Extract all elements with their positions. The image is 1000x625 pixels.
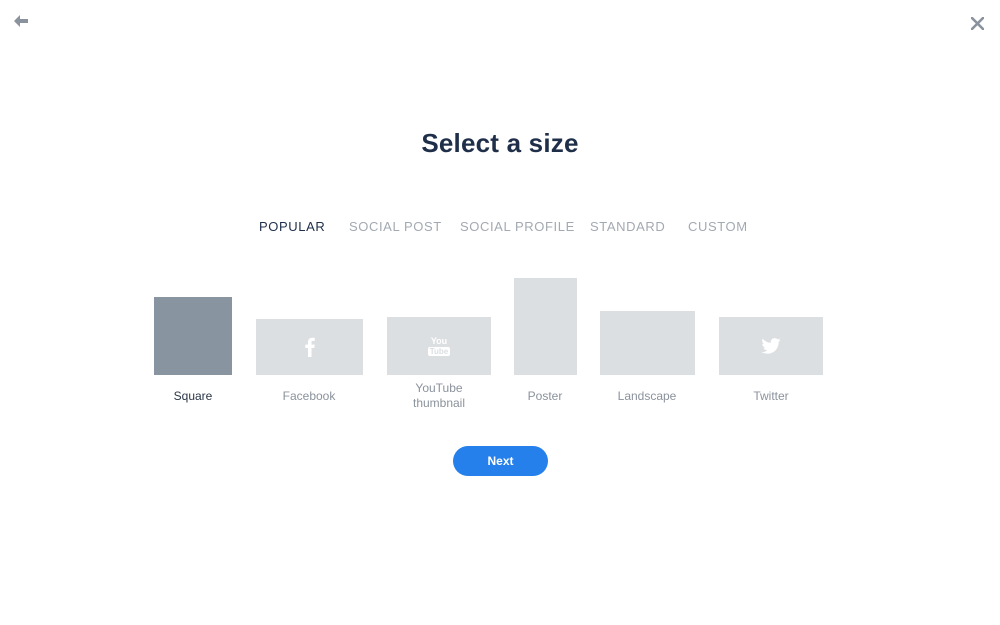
youtube-icon: You Tube xyxy=(427,335,451,356)
close-icon xyxy=(970,16,984,30)
size-label-youtube: YouTube thumbnail xyxy=(389,381,489,411)
size-thumb-landscape[interactable] xyxy=(600,311,695,375)
size-label-youtube-line1: YouTube xyxy=(415,381,463,395)
tab-social-post[interactable]: SOCIAL POST xyxy=(349,219,442,234)
size-label-poster: Poster xyxy=(527,389,563,403)
facebook-icon xyxy=(304,337,315,357)
arrow-left-icon xyxy=(14,15,28,27)
size-thumb-facebook[interactable] xyxy=(256,319,363,375)
size-label-facebook: Facebook xyxy=(282,389,336,403)
size-label-square: Square xyxy=(173,389,213,403)
size-thumb-twitter[interactable] xyxy=(719,317,823,375)
size-label-youtube-line2: thumbnail xyxy=(412,396,466,410)
tab-standard[interactable]: STANDARD xyxy=(590,219,665,234)
size-thumb-youtube[interactable]: You Tube xyxy=(387,317,491,375)
close-button[interactable] xyxy=(966,12,988,34)
twitter-icon xyxy=(761,338,781,354)
tab-custom[interactable]: CUSTOM xyxy=(688,219,748,234)
next-button[interactable]: Next xyxy=(453,446,548,476)
youtube-icon-text-bottom: Tube xyxy=(427,346,451,356)
tab-social-profile[interactable]: SOCIAL PROFILE xyxy=(460,219,575,234)
size-label-twitter: Twitter xyxy=(753,389,789,403)
size-thumb-poster[interactable] xyxy=(514,278,577,375)
size-label-landscape: Landscape xyxy=(617,389,677,403)
page-title: Select a size xyxy=(421,128,579,158)
youtube-icon-text-top: You xyxy=(430,335,448,346)
size-category-tabs: POPULAR SOCIAL POST SOCIAL PROFILE STAND… xyxy=(0,219,1000,237)
size-picker-page: Select a size POPULAR SOCIAL POST SOCIAL… xyxy=(0,0,1000,625)
size-thumb-square[interactable] xyxy=(154,297,232,375)
tab-popular[interactable]: POPULAR xyxy=(259,219,325,234)
back-button[interactable] xyxy=(10,10,32,32)
